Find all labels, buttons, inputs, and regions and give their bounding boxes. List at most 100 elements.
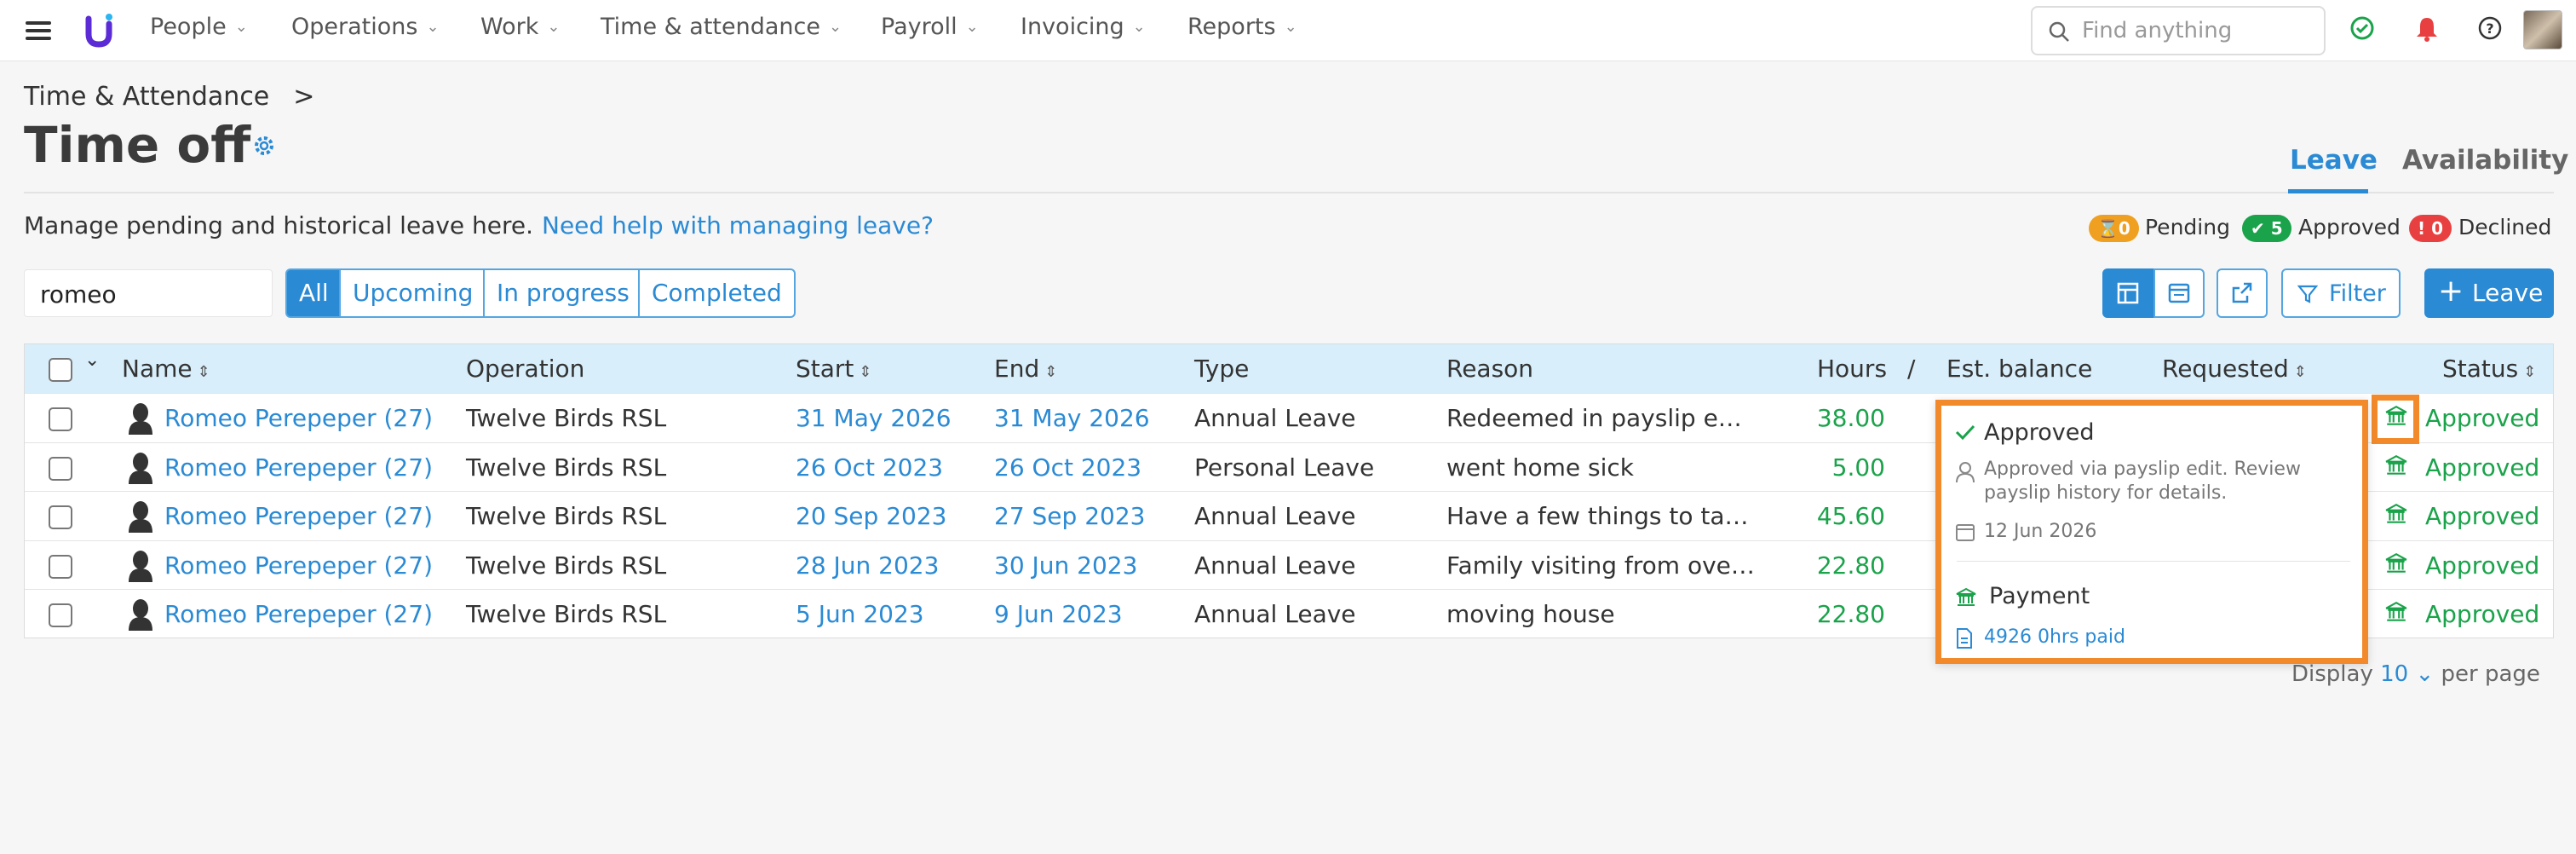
- header-start[interactable]: Start ⇕: [796, 355, 872, 383]
- leave-type-cell: Annual Leave: [1194, 404, 1356, 432]
- hours-cell: 45.60: [1816, 502, 1885, 530]
- tab-divider: [24, 192, 2554, 193]
- tab-leave[interactable]: Leave: [2290, 145, 2378, 176]
- header-divider: /: [1907, 355, 1916, 383]
- end-date-cell[interactable]: 26 Oct 2023: [994, 453, 1141, 482]
- header-hours: Hours: [1817, 355, 1888, 383]
- nav-time-attendance[interactable]: Time & attendance ⌄: [601, 14, 842, 40]
- bank-icon[interactable]: [2384, 453, 2408, 481]
- popup-date: 12 Jun 2026: [1984, 521, 2097, 542]
- employee-name-link[interactable]: Romeo Perepeper (27): [164, 551, 433, 580]
- bank-icon[interactable]: [2384, 551, 2408, 579]
- gear-icon[interactable]: [253, 135, 275, 157]
- reason-cell: went home sick: [1446, 453, 1635, 482]
- select-all-checkbox[interactable]: [49, 358, 72, 382]
- breadcrumb[interactable]: Time & Attendance >: [24, 82, 314, 112]
- filter-button[interactable]: Filter: [2281, 268, 2401, 318]
- segment-all[interactable]: All: [285, 268, 342, 318]
- global-search-input[interactable]: Find anything: [2031, 6, 2326, 55]
- end-date-cell[interactable]: 27 Sep 2023: [994, 502, 1145, 530]
- nav-payroll[interactable]: Payroll ⌄: [881, 14, 979, 40]
- user-avatar[interactable]: [2523, 10, 2562, 49]
- header-end[interactable]: End ⇕: [994, 355, 1057, 383]
- table-header: ⌄ Name ⇕ Operation Start ⇕ End ⇕ Type Reaso…: [25, 344, 2553, 393]
- popup-divider: [1957, 561, 2350, 562]
- help-link[interactable]: Need help with managing leave?: [542, 211, 934, 239]
- menu-icon[interactable]: [26, 19, 51, 43]
- start-date-cell[interactable]: 31 May 2026: [796, 404, 952, 432]
- nav-work[interactable]: Work ⌄: [480, 14, 560, 40]
- payslip-icon: [1957, 628, 1972, 649]
- reason-cell: moving house: [1446, 600, 1615, 628]
- segment-completed[interactable]: Completed: [638, 268, 796, 318]
- table-view-button[interactable]: [2102, 268, 2153, 318]
- header-status[interactable]: Status ⇕: [2442, 355, 2536, 383]
- popup-payment-title: Payment: [1989, 583, 2090, 609]
- row-checkbox[interactable]: [49, 456, 72, 481]
- operation-cell: Twelve Birds RSL: [466, 551, 667, 580]
- tab-availability[interactable]: Availability: [2402, 145, 2568, 176]
- active-tab-indicator: [2288, 189, 2368, 193]
- row-checkbox[interactable]: [49, 505, 72, 529]
- start-date-cell[interactable]: 20 Sep 2023: [796, 502, 946, 530]
- nav-operations[interactable]: Operations ⌄: [291, 14, 440, 40]
- bank-icon[interactable]: [2384, 600, 2408, 627]
- leave-type-cell: Personal Leave: [1194, 453, 1375, 482]
- reason-cell: Have a few things to ta…: [1446, 502, 1749, 530]
- end-date-cell[interactable]: 30 Jun 2023: [994, 551, 1137, 580]
- per-page-select[interactable]: 10 ⌄: [2380, 661, 2434, 687]
- segment-in-progress[interactable]: In progress: [483, 268, 643, 318]
- row-checkbox[interactable]: [49, 603, 72, 627]
- reason-cell: Redeemed in payslip e…: [1446, 404, 1742, 432]
- start-date-cell[interactable]: 26 Oct 2023: [796, 453, 943, 482]
- notification-bell-icon[interactable]: [2414, 15, 2440, 43]
- export-button[interactable]: [2217, 268, 2268, 318]
- check-icon: [1955, 424, 1975, 441]
- nav-invoicing[interactable]: Invoicing ⌄: [1021, 14, 1146, 40]
- header-name[interactable]: Name ⇕: [122, 355, 210, 383]
- chevron-down-icon[interactable]: ⌄: [84, 349, 100, 371]
- bank-icon[interactable]: [2384, 502, 2408, 529]
- employee-name-link[interactable]: Romeo Perepeper (27): [164, 404, 433, 432]
- popup-payment-link[interactable]: 4926 0hrs paid: [1984, 626, 2125, 648]
- employee-name-link[interactable]: Romeo Perepeper (27): [164, 502, 433, 530]
- employee-avatar-icon: [127, 550, 154, 586]
- page-description: Manage pending and historical leave here…: [24, 211, 534, 239]
- app-logo-icon[interactable]: [82, 12, 116, 49]
- hours-cell: 22.80: [1816, 600, 1885, 628]
- person-icon: [1956, 462, 1975, 483]
- employee-avatar-icon: [127, 500, 154, 536]
- filter-icon: [2297, 285, 2319, 303]
- highlight-box: [2372, 395, 2419, 444]
- operation-cell: Twelve Birds RSL: [466, 502, 667, 530]
- help-icon[interactable]: ?: [2477, 15, 2503, 41]
- row-checkbox[interactable]: [49, 554, 72, 579]
- row-checkbox[interactable]: [49, 407, 72, 431]
- calendar-icon: [1956, 524, 1975, 541]
- name-filter-input[interactable]: romeo: [24, 269, 273, 317]
- segment-upcoming[interactable]: Upcoming: [339, 268, 487, 318]
- status-check-icon[interactable]: [2349, 15, 2375, 41]
- hours-cell: 5.00: [1831, 453, 1885, 482]
- popup-note-line2: payslip history for details.: [1984, 482, 2228, 504]
- employee-avatar-icon: [127, 452, 154, 488]
- add-leave-button[interactable]: + Leave: [2424, 268, 2554, 318]
- header-requested[interactable]: Requested ⇕: [2162, 355, 2307, 383]
- start-date-cell[interactable]: 5 Jun 2023: [796, 600, 924, 628]
- popup-note-line1: Approved via payslip edit. Review: [1984, 459, 2301, 480]
- calendar-view-button[interactable]: [2153, 268, 2205, 318]
- end-date-cell[interactable]: 9 Jun 2023: [994, 600, 1123, 628]
- approved-label: Approved: [2298, 215, 2401, 239]
- start-date-cell[interactable]: 28 Jun 2023: [796, 551, 939, 580]
- nav-people[interactable]: People ⌄: [150, 14, 248, 40]
- operation-cell: Twelve Birds RSL: [466, 453, 667, 482]
- bank-icon: [1956, 587, 1976, 606]
- employee-name-link[interactable]: Romeo Perepeper (27): [164, 600, 433, 628]
- operation-cell: Twelve Birds RSL: [466, 404, 667, 432]
- page-title: Time off: [24, 116, 251, 174]
- header-type: Type: [1194, 355, 1250, 383]
- nav-reports[interactable]: Reports ⌄: [1187, 14, 1297, 40]
- end-date-cell[interactable]: 31 May 2026: [994, 404, 1150, 432]
- approval-details-popup: Approved Approved via payslip edit. Revi…: [1935, 400, 2368, 664]
- employee-name-link[interactable]: Romeo Perepeper (27): [164, 453, 433, 482]
